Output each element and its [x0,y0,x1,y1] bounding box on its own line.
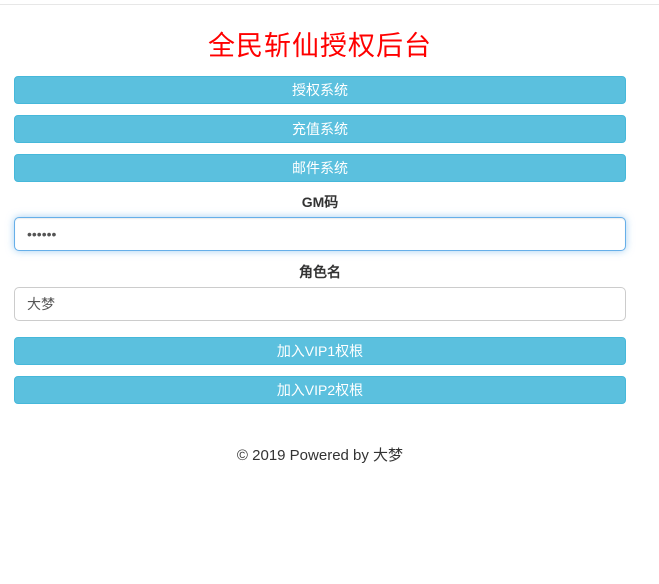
role-name-label: 角色名 [299,264,341,280]
footer-text: © 2019 Powered by 大梦 [236,447,404,464]
role-name-group: 角色名 [14,263,626,321]
nav-button-mail-system[interactable]: 邮件系统 [14,154,626,182]
nav-button-auth-system[interactable]: 授权系统 [14,76,626,104]
page-title: 全民斩仙授权后台 [208,31,432,61]
gm-code-group: GM码 [14,193,626,251]
vip-actions: 加入VIP1权根 加入VIP2权根 [14,337,626,404]
top-divider [0,4,659,5]
gm-code-label: GM码 [301,194,339,210]
nav-button-recharge-system[interactable]: 充值系统 [14,115,626,143]
join-vip1-button[interactable]: 加入VIP1权根 [14,337,626,365]
main-container: 全民斩仙授权后台 授权系统 充值系统 邮件系统 GM码 角色名 加入VIP1权根… [14,24,626,465]
join-vip2-button[interactable]: 加入VIP2权根 [14,376,626,404]
gm-code-input[interactable] [14,217,626,251]
role-name-input[interactable] [14,287,626,321]
